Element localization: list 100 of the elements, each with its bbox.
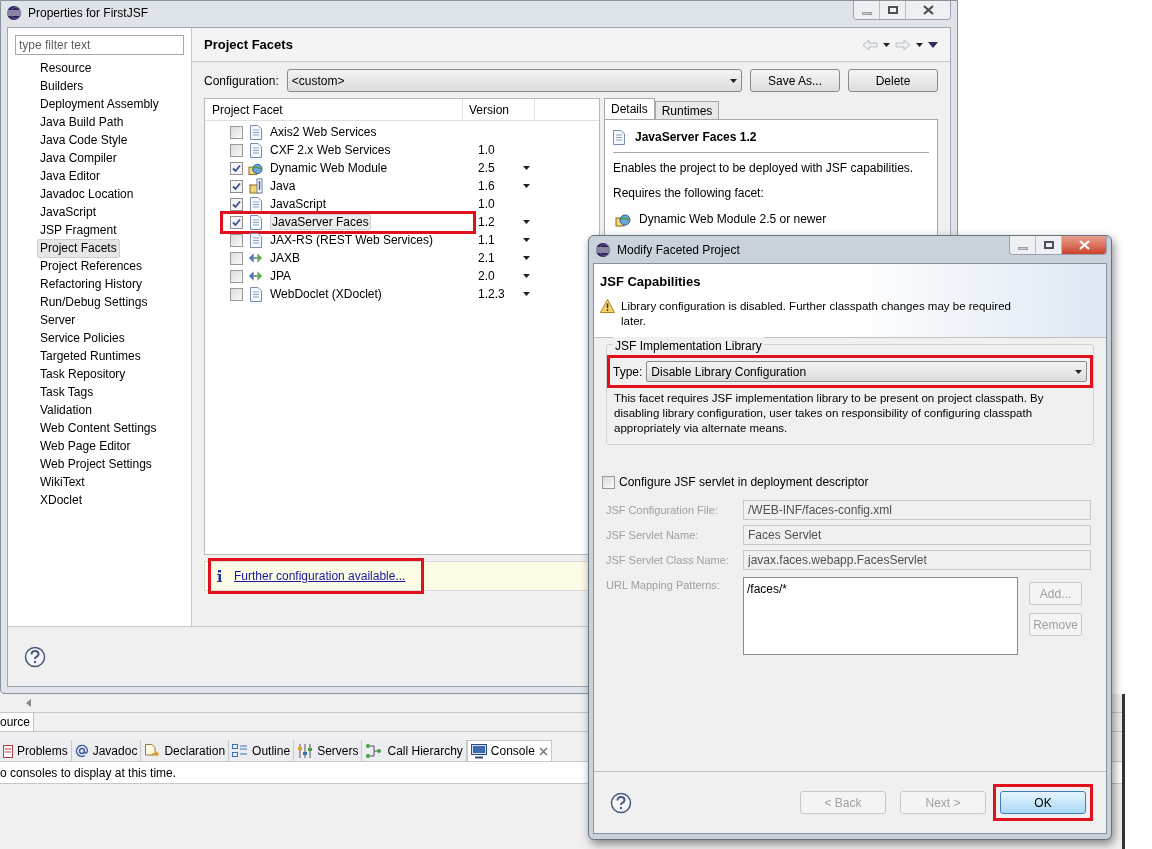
column-header[interactable]: Project Facet xyxy=(205,99,463,120)
sidebar-item[interactable]: Task Repository xyxy=(37,364,129,384)
facet-row[interactable]: JavaScript xyxy=(223,195,473,213)
sidebar-item[interactable]: Validation xyxy=(37,400,95,420)
facet-row[interactable]: CXF 2.x Web Services xyxy=(223,141,473,159)
sidebar-item[interactable]: Server xyxy=(37,310,79,330)
version-cell-text: 2.5 xyxy=(477,160,496,177)
sidebar-item[interactable]: Deployment Assembly xyxy=(37,94,162,114)
sidebar-item[interactable]: Task Tags xyxy=(37,382,97,402)
view-tab[interactable]: Console xyxy=(466,740,552,761)
sidebar-item[interactable]: Run/Debug Settings xyxy=(37,292,151,312)
checkbox[interactable] xyxy=(230,161,243,175)
close-button[interactable] xyxy=(906,1,950,19)
sidebar-item[interactable]: Java Editor xyxy=(37,166,104,186)
sidebar-item[interactable]: WikiText xyxy=(37,472,88,492)
app-logo-icon xyxy=(595,242,611,258)
dialog-button[interactable]: Delete xyxy=(848,69,938,92)
help-icon[interactable] xyxy=(610,791,632,814)
checkbox[interactable] xyxy=(230,251,243,265)
sidebar-item[interactable]: Java Code Style xyxy=(37,130,131,150)
sidebar-item[interactable]: Builders xyxy=(37,76,87,96)
warning-icon xyxy=(600,298,615,313)
facet-row[interactable]: JavaServer Faces xyxy=(223,213,473,231)
jar-icon xyxy=(248,178,263,194)
wizard-button[interactable]: OK xyxy=(1000,791,1086,814)
version-caret-icon[interactable] xyxy=(523,220,530,224)
version-cell-text: 2.0 xyxy=(477,268,496,285)
version-cell-text: 2.1 xyxy=(477,250,496,267)
dialog-title: Modify Faceted Project xyxy=(617,242,740,259)
details-tab[interactable]: Details xyxy=(604,98,655,119)
facet-name: Dynamic Web Module xyxy=(269,160,389,177)
checkbox[interactable] xyxy=(230,269,243,283)
details-tab[interactable]: Runtimes xyxy=(654,101,720,119)
dialog-heading: JSF Capabilities xyxy=(600,273,702,291)
facet-row[interactable]: JPA xyxy=(223,267,473,285)
facet-row[interactable]: Java xyxy=(223,177,473,195)
sidebar-item[interactable]: Java Compiler xyxy=(37,148,120,168)
facet-row[interactable]: Axis2 Web Services xyxy=(223,123,473,141)
caret-icon xyxy=(730,78,737,83)
menu-caret-icon[interactable] xyxy=(928,41,938,48)
sidebar-item[interactable]: Java Build Path xyxy=(37,112,127,132)
checkbox[interactable] xyxy=(230,179,243,193)
column-header[interactable]: Version xyxy=(463,99,535,120)
facet-row[interactable]: WebDoclet (XDoclet) xyxy=(223,285,473,303)
editor-tab[interactable]: ource xyxy=(0,713,35,731)
facet-title: JavaServer Faces 1.2 xyxy=(635,129,757,146)
version-cell-text: 1.0 xyxy=(477,142,496,159)
checkbox[interactable] xyxy=(230,197,243,211)
sidebar-item[interactable]: Service Policies xyxy=(37,328,128,348)
sidebar-item[interactable]: Targeted Runtimes xyxy=(37,346,144,366)
dropdown-caret-icon xyxy=(916,42,923,47)
view-tab[interactable]: Servers xyxy=(294,740,363,761)
facet-name: JAXB xyxy=(269,250,301,267)
configuration-dropdown[interactable]: <custom> xyxy=(286,69,742,92)
scroll-left-icon[interactable] xyxy=(26,699,31,707)
view-tab[interactable]: Declaration xyxy=(141,740,230,761)
sidebar-item[interactable]: JSP Fragment xyxy=(37,220,120,240)
sidebar-item[interactable]: Project References xyxy=(37,256,146,276)
facet-row[interactable]: Dynamic Web Module xyxy=(223,159,473,177)
sidebar-item[interactable]: Web Project Settings xyxy=(37,454,155,474)
close-icon[interactable] xyxy=(538,746,548,756)
document-icon xyxy=(249,196,262,212)
version-caret-icon[interactable] xyxy=(523,274,530,278)
view-tab[interactable]: Javadoc xyxy=(71,740,142,761)
checkbox[interactable] xyxy=(602,475,615,489)
facet-row[interactable]: JAX-RS (REST Web Services) xyxy=(223,231,473,249)
checkbox[interactable] xyxy=(230,215,243,229)
maximize-button[interactable] xyxy=(1036,236,1062,254)
version-caret-icon[interactable] xyxy=(523,184,530,188)
version-caret-icon[interactable] xyxy=(523,238,530,242)
requires-label: Requires the following facet: xyxy=(613,185,765,202)
sidebar-item[interactable]: JavaScript xyxy=(37,202,100,222)
sidebar-item[interactable]: Javadoc Location xyxy=(37,184,137,204)
version-caret-icon[interactable] xyxy=(523,292,530,296)
checkbox[interactable] xyxy=(230,287,243,301)
version-caret-icon[interactable] xyxy=(523,256,530,260)
monitor-icon xyxy=(470,743,487,759)
type-dropdown[interactable]: Disable Library Configuration xyxy=(646,361,1087,382)
checkbox[interactable] xyxy=(230,143,243,157)
view-tab[interactable]: Call Hierarchy xyxy=(362,740,467,761)
sidebar-item[interactable]: Web Page Editor xyxy=(37,436,134,456)
filter-field[interactable]: type filter text xyxy=(15,35,184,55)
checkbox[interactable] xyxy=(230,125,243,139)
sidebar-item[interactable]: Project Facets xyxy=(37,238,120,258)
help-icon[interactable] xyxy=(24,645,46,668)
sidebar-item[interactable]: XDoclet xyxy=(37,490,86,510)
view-tab[interactable]: Outline xyxy=(229,740,295,761)
library-description: This facet requires JSF implementation library to be present on project classpath. By disabling library configuration, user takes on responsibility of configuring classpath appropriately via alternate means. xyxy=(613,391,1045,436)
maximize-button[interactable] xyxy=(880,1,906,19)
sidebar-item[interactable]: Refactoring History xyxy=(37,274,146,294)
close-button[interactable] xyxy=(1062,236,1106,254)
version-cell-text: 1.2 xyxy=(477,214,496,231)
version-cell-text: 1.0 xyxy=(477,196,496,213)
further-configuration-link[interactable]: Further configuration available... xyxy=(234,567,416,585)
facet-row[interactable]: JAXB xyxy=(223,249,473,267)
dialog-button[interactable]: Save As... xyxy=(750,69,840,92)
sidebar-item[interactable]: Web Content Settings xyxy=(37,418,160,438)
version-caret-icon[interactable] xyxy=(523,166,530,170)
view-tab[interactable]: Problems xyxy=(0,740,72,761)
sidebar-item[interactable]: Resource xyxy=(37,58,95,78)
